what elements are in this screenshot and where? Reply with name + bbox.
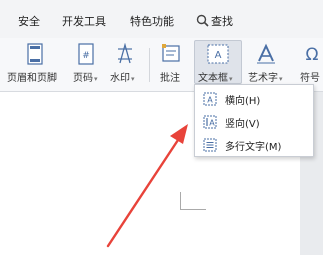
annotation-arrow-icon: [106, 124, 188, 248]
